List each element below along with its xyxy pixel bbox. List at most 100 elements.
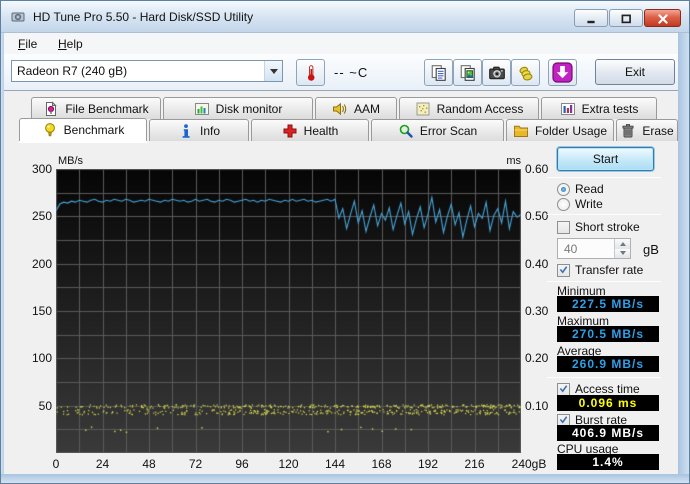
burst-rate-value: 406.9 MB/s: [557, 425, 659, 441]
y-right-tick: 0.50: [525, 209, 549, 224]
exit-button[interactable]: Exit: [595, 59, 675, 85]
tab-label: AAM: [353, 101, 380, 116]
radio-write[interactable]: Write: [557, 197, 603, 211]
folder-usage-icon: [513, 123, 529, 139]
y-left-tick: 50: [38, 398, 52, 413]
window-title: HD Tune Pro 5.50 - Hard Disk/SSD Utility: [33, 10, 254, 24]
app-window: HD Tune Pro 5.50 - Hard Disk/SSD Utility…: [0, 0, 690, 484]
maximum-value: 270.5 MB/s: [557, 326, 659, 342]
stepper-down-icon[interactable]: [615, 248, 630, 258]
camera-button[interactable]: [482, 59, 511, 86]
x-tick: 48: [142, 457, 156, 471]
average-value: 260.9 MB/s: [557, 356, 659, 372]
stepper-up-icon[interactable]: [615, 239, 630, 249]
x-tick: 240gB: [511, 457, 547, 471]
tab-benchmark[interactable]: Benchmark: [19, 118, 147, 141]
extra-tests-icon: [560, 101, 576, 117]
x-tick: 192: [417, 457, 439, 471]
tab-random-access[interactable]: Random Access: [399, 97, 539, 119]
y-left-tick: 300: [31, 162, 52, 176]
tab-file-benchmark[interactable]: File Benchmark: [31, 97, 161, 119]
temperature-readout: -- ~C: [334, 65, 369, 80]
thermometer-icon: [302, 63, 320, 83]
toolbar: Radeon R7 (240 gB) -- ~C Exit: [4, 54, 680, 91]
radio-button[interactable]: [557, 182, 570, 196]
transfer-rate-checkbox[interactable]: Transfer rate: [557, 263, 643, 277]
menu-file[interactable]: File: [11, 35, 44, 52]
short-stroke-label: Short stroke: [575, 220, 640, 234]
tab-label: Extra tests: [581, 101, 639, 116]
donate-button[interactable]: [511, 59, 540, 86]
title-bar[interactable]: HD Tune Pro 5.50 - Hard Disk/SSD Utility: [1, 1, 689, 33]
camera-icon: [488, 64, 506, 82]
x-tick: 168: [371, 457, 392, 471]
benchmark-chart: [56, 169, 521, 453]
random-access-icon: [415, 101, 431, 117]
x-tick: 120: [278, 457, 299, 471]
radio-label: Write: [575, 197, 603, 211]
minimize-button[interactable]: [574, 9, 608, 27]
y-right-tick: 0.40: [525, 256, 549, 271]
tab-label: Erase: [642, 123, 674, 138]
menu-help[interactable]: Help: [51, 35, 90, 52]
tab-folder-usage[interactable]: Folder Usage: [506, 119, 614, 141]
tab-info[interactable]: Info: [149, 119, 249, 141]
copy-image-button[interactable]: [453, 59, 482, 86]
tab-erase[interactable]: Erase: [616, 119, 678, 141]
tab-label: Random Access: [436, 101, 524, 116]
radio-button[interactable]: [557, 197, 570, 211]
save-results-button[interactable]: [548, 59, 577, 86]
tab-label: File Benchmark: [65, 101, 149, 116]
window-controls: [573, 9, 681, 27]
aam-speaker-icon: [332, 101, 348, 117]
drive-select[interactable]: Radeon R7 (240 gB): [11, 60, 283, 82]
short-stroke-checkbox[interactable]: Short stroke: [557, 220, 640, 234]
window-border-bottom: [1, 474, 689, 483]
checkbox-box[interactable]: [557, 263, 570, 277]
tab-label: Disk monitor: [215, 101, 283, 116]
temperature-button[interactable]: [296, 59, 325, 86]
radio-label: Read: [575, 182, 604, 196]
app-icon: [10, 9, 26, 25]
copy-text-button[interactable]: [424, 59, 453, 86]
cpu-usage-value: 1.4%: [557, 454, 659, 470]
tab-disk-monitor[interactable]: Disk monitor: [163, 97, 313, 119]
separator: [547, 214, 661, 215]
copy-image-icon: [459, 64, 477, 82]
y-left-axis-title: MB/s: [58, 155, 84, 167]
y-right-tick: 0.60: [525, 162, 549, 176]
health-icon: [282, 123, 298, 139]
tab-error-scan[interactable]: Error Scan: [371, 119, 504, 141]
access-time-checkbox[interactable]: Access time: [557, 382, 640, 396]
tab-extra-tests[interactable]: Extra tests: [541, 97, 657, 119]
stepper-buttons[interactable]: [614, 239, 630, 258]
chevron-down-icon[interactable]: [264, 61, 282, 81]
y-right-tick: 0.30: [525, 304, 549, 318]
radio-read[interactable]: Read: [557, 182, 604, 196]
copy-text-icon: [430, 64, 448, 82]
file-benchmark-icon: [43, 100, 59, 117]
separator: [547, 377, 661, 378]
donate-icon: [517, 64, 535, 82]
tab-health[interactable]: Health: [251, 119, 369, 141]
y-left-tick: 200: [31, 256, 52, 271]
disk-monitor-icon: [194, 101, 210, 117]
y-left-tick: 250: [31, 209, 52, 224]
checkbox-box[interactable]: [557, 382, 570, 396]
short-stroke-unit-label: gB: [643, 242, 659, 257]
app-icon: [10, 9, 26, 25]
y-right-tick: 0.20: [525, 351, 549, 366]
short-stroke-size-input[interactable]: 40: [557, 238, 631, 259]
close-button[interactable]: [644, 9, 681, 27]
window-border-right: [678, 1, 689, 483]
y-left-tick: 150: [31, 304, 52, 318]
tab-label: Benchmark: [63, 123, 125, 137]
start-button[interactable]: Start: [557, 147, 654, 171]
drive-select-value: Radeon R7 (240 gB): [17, 64, 128, 78]
y-left-tick: 100: [31, 351, 52, 366]
tab-aam[interactable]: AAM: [315, 97, 397, 119]
window-border-left: [1, 1, 4, 483]
tab-label: Folder Usage: [534, 123, 608, 138]
maximize-button[interactable]: [609, 9, 643, 27]
checkbox-box[interactable]: [557, 220, 570, 234]
